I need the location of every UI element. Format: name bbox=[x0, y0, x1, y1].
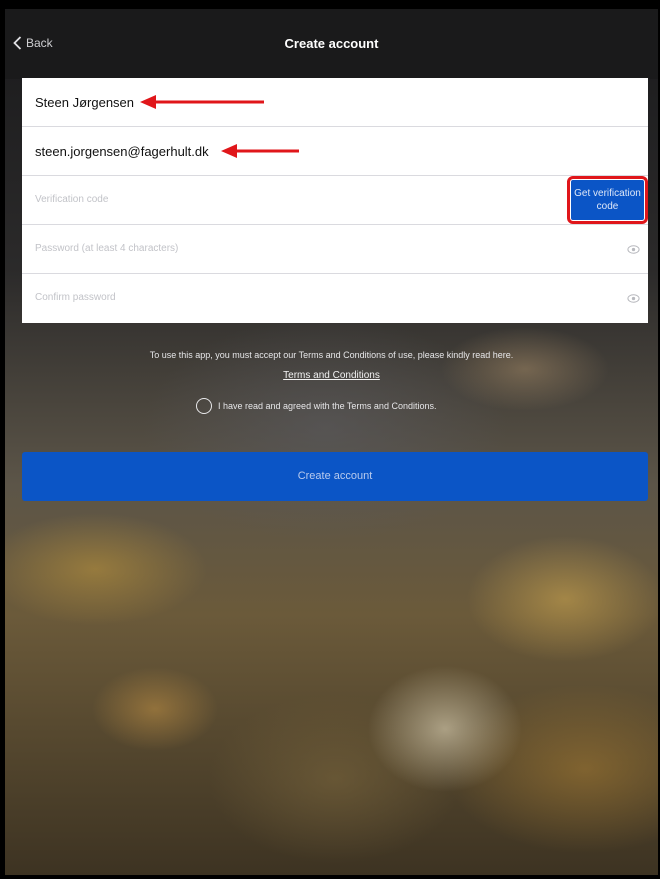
verification-code-placeholder: Verification code bbox=[35, 194, 109, 205]
email-value: steen.jorgensen@fagerhult.dk bbox=[35, 144, 209, 159]
app-screen: Back Create account Steen Jørgensen stee… bbox=[5, 9, 658, 875]
confirm-password-placeholder: Confirm password bbox=[35, 292, 116, 303]
account-form: Steen Jørgensen steen.jorgensen@fagerhul… bbox=[22, 78, 648, 323]
arrow-left-icon bbox=[140, 95, 264, 109]
terms-link-row: Terms and Conditions bbox=[5, 365, 658, 383]
email-field[interactable]: steen.jorgensen@fagerhult.dk bbox=[22, 127, 648, 176]
confirm-password-field[interactable]: Confirm password bbox=[22, 274, 648, 323]
agree-radio[interactable] bbox=[196, 398, 212, 414]
eye-icon[interactable] bbox=[627, 243, 640, 256]
terms-and-conditions-link[interactable]: Terms and Conditions bbox=[283, 370, 380, 381]
password-placeholder: Password (at least 4 characters) bbox=[35, 243, 179, 254]
eye-icon[interactable] bbox=[627, 292, 640, 305]
password-field[interactable]: Password (at least 4 characters) bbox=[22, 225, 648, 274]
verification-code-field[interactable]: Verification code Get verification code bbox=[22, 176, 648, 225]
device-frame: Back Create account Steen Jørgensen stee… bbox=[0, 0, 660, 879]
get-verification-code-button[interactable]: Get verification code bbox=[567, 176, 648, 224]
agree-terms-row[interactable]: I have read and agreed with the Terms an… bbox=[196, 398, 436, 414]
name-value: Steen Jørgensen bbox=[35, 95, 135, 110]
page-title: Create account bbox=[284, 36, 379, 51]
navigation-bar: Back Create account bbox=[5, 9, 658, 79]
arrow-left-icon bbox=[221, 144, 299, 158]
terms-notice: To use this app, you must accept our Ter… bbox=[149, 350, 514, 360]
agree-label: I have read and agreed with the Terms an… bbox=[218, 401, 437, 411]
create-account-button[interactable]: Create account bbox=[22, 452, 648, 501]
name-field[interactable]: Steen Jørgensen bbox=[22, 78, 648, 127]
